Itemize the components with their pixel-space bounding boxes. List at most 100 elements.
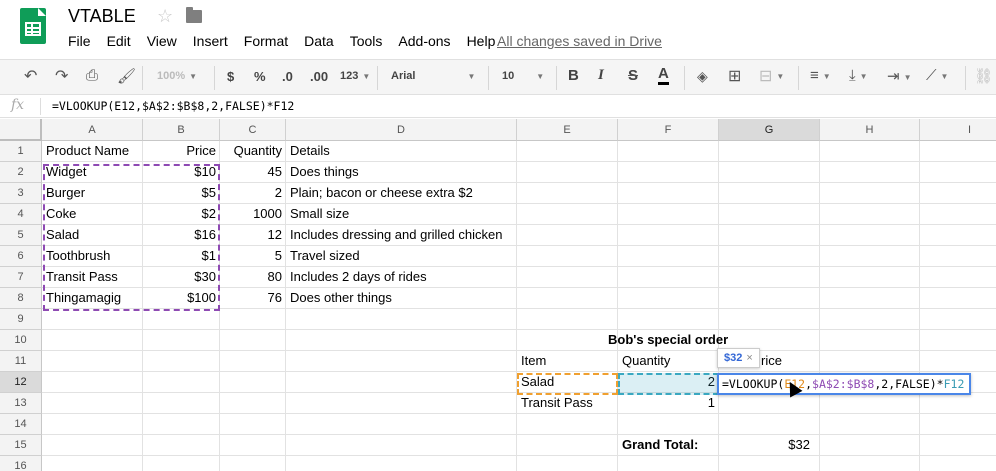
row-header-11[interactable]: 11 <box>0 351 42 372</box>
column-header-b[interactable]: B <box>143 119 220 141</box>
row-header-9[interactable]: 9 <box>0 309 42 330</box>
row-header-12[interactable]: 12 <box>0 372 42 393</box>
close-icon[interactable]: × <box>746 352 752 364</box>
column-header-f[interactable]: F <box>618 119 719 141</box>
paint-format-icon[interactable]: 🖌 <box>117 67 136 85</box>
text-color-button[interactable]: A <box>658 65 669 85</box>
column-header-d[interactable]: D <box>286 119 517 141</box>
cell-e11[interactable]: Item <box>521 350 614 371</box>
row-header-13[interactable]: 13 <box>0 393 42 414</box>
cell-f11[interactable]: Quantity <box>622 350 715 371</box>
column-header-h[interactable]: H <box>820 119 920 141</box>
cell-d5[interactable]: Includes dressing and grilled chicken <box>290 224 513 245</box>
app-header: VTABLE ☆ File Edit View Insert Format Da… <box>0 0 996 58</box>
column-header-i[interactable]: I <box>920 119 996 141</box>
font-family-select[interactable]: Arial ▼ <box>391 70 475 82</box>
tooltip-value: $32 <box>724 352 743 364</box>
percent-button[interactable]: % <box>254 69 266 84</box>
redo-icon[interactable]: ↷ <box>55 66 68 86</box>
document-title[interactable]: VTABLE <box>68 6 136 27</box>
cell-g15[interactable]: $32 <box>723 434 810 455</box>
cell-d8[interactable]: Does other things <box>290 287 513 308</box>
row-header-2[interactable]: 2 <box>0 162 42 183</box>
italic-button[interactable]: I <box>598 67 604 84</box>
row-header-6[interactable]: 6 <box>0 246 42 267</box>
cell-c5[interactable]: 12 <box>224 224 282 245</box>
cell-c6[interactable]: 5 <box>224 245 282 266</box>
column-header-e[interactable]: E <box>517 119 618 141</box>
decrease-decimal-button[interactable]: .0 <box>282 69 293 84</box>
increase-decimal-button[interactable]: .00 <box>310 69 328 84</box>
link-icon[interactable]: ⛓ <box>974 67 993 85</box>
column-header-c[interactable]: C <box>220 119 286 141</box>
align-vertical-icon[interactable]: ⤓ ▼ <box>849 67 868 84</box>
menu-view[interactable]: View <box>147 33 177 49</box>
menu-bar: File Edit View Insert Format Data Tools … <box>68 33 511 49</box>
cell-f13[interactable]: 1 <box>622 392 715 413</box>
folder-icon[interactable] <box>186 7 202 23</box>
row-header-7[interactable]: 7 <box>0 267 42 288</box>
menu-help[interactable]: Help <box>467 33 496 49</box>
cell-c1[interactable]: Quantity <box>224 140 282 161</box>
row-header-8[interactable]: 8 <box>0 288 42 309</box>
cell-c8[interactable]: 76 <box>224 287 282 308</box>
menu-tools[interactable]: Tools <box>350 33 383 49</box>
row-header-14[interactable]: 14 <box>0 414 42 435</box>
cell-c4[interactable]: 1000 <box>224 203 282 224</box>
menu-addons[interactable]: Add-ons <box>398 33 450 49</box>
align-horizontal-icon[interactable]: ≡ ▼ <box>810 67 831 84</box>
cell-d6[interactable]: Travel sized <box>290 245 513 266</box>
cell-f10[interactable]: Bob's special order <box>608 329 828 350</box>
row-header-5[interactable]: 5 <box>0 225 42 246</box>
fx-icon: fx <box>11 97 25 113</box>
zoom-select[interactable]: 100% ▼ <box>157 70 197 82</box>
menu-format[interactable]: Format <box>244 33 288 49</box>
strikethrough-button[interactable]: S <box>628 67 638 84</box>
menu-edit[interactable]: Edit <box>107 33 131 49</box>
sheets-logo-icon[interactable] <box>20 8 46 44</box>
cell-g11[interactable]: rice <box>761 350 854 371</box>
lookup-range-highlight <box>43 164 220 311</box>
quantity-reference-highlight <box>618 373 719 395</box>
row-header-4[interactable]: 4 <box>0 204 42 225</box>
currency-button[interactable]: $ <box>227 69 234 84</box>
cell-c2[interactable]: 45 <box>224 161 282 182</box>
font-size-select[interactable]: 10 ▼ <box>502 70 544 82</box>
row-header-3[interactable]: 3 <box>0 183 42 204</box>
menu-file[interactable]: File <box>68 33 91 49</box>
text-rotation-icon[interactable]: ⟋ ▼ <box>926 67 948 84</box>
merge-cells-icon[interactable]: ⊟ ▼ <box>759 66 784 86</box>
menu-insert[interactable]: Insert <box>193 33 228 49</box>
cell-a1[interactable]: Product Name <box>46 140 139 161</box>
cell-d2[interactable]: Does things <box>290 161 513 182</box>
item-reference-highlight <box>517 373 618 395</box>
column-header-g[interactable]: G <box>719 119 820 141</box>
menu-data[interactable]: Data <box>304 33 334 49</box>
column-header-a[interactable]: A <box>42 119 143 141</box>
star-icon[interactable]: ☆ <box>157 6 173 27</box>
row-header-16[interactable]: 16 <box>0 456 42 471</box>
cell-c3[interactable]: 2 <box>224 182 282 203</box>
cell-d3[interactable]: Plain; bacon or cheese extra $2 <box>290 182 513 203</box>
fill-color-icon[interactable]: ◈ <box>697 68 708 85</box>
row-header-15[interactable]: 15 <box>0 435 42 456</box>
number-format-select[interactable]: 123 ▼ <box>340 70 370 82</box>
select-all-corner[interactable] <box>0 119 42 141</box>
print-icon[interactable]: ⎙ <box>86 67 98 84</box>
saved-status-link[interactable]: All changes saved in Drive <box>497 33 662 49</box>
cell-editor-input[interactable]: =VLOOKUP(E12,$A$2:$B$8,2,FALSE)*F12 <box>717 373 971 395</box>
cell-d1[interactable]: Details <box>290 140 513 161</box>
text-wrapping-icon[interactable]: ⇥ ▼ <box>887 67 912 85</box>
cell-c7[interactable]: 80 <box>224 266 282 287</box>
row-header-10[interactable]: 10 <box>0 330 42 351</box>
row-header-1[interactable]: 1 <box>0 141 42 162</box>
cell-f15[interactable]: Grand Total: <box>622 434 715 455</box>
borders-icon[interactable]: ⊞ <box>728 66 741 86</box>
cell-e13[interactable]: Transit Pass <box>521 392 614 413</box>
cell-b1[interactable]: Price <box>147 140 216 161</box>
cell-d4[interactable]: Small size <box>290 203 513 224</box>
formula-input[interactable]: =VLOOKUP(E12,$A$2:$B$8,2,FALSE)*F12 <box>52 99 294 113</box>
cell-d7[interactable]: Includes 2 days of rides <box>290 266 513 287</box>
bold-button[interactable]: B <box>568 67 579 84</box>
undo-icon[interactable]: ↶ <box>24 66 37 86</box>
